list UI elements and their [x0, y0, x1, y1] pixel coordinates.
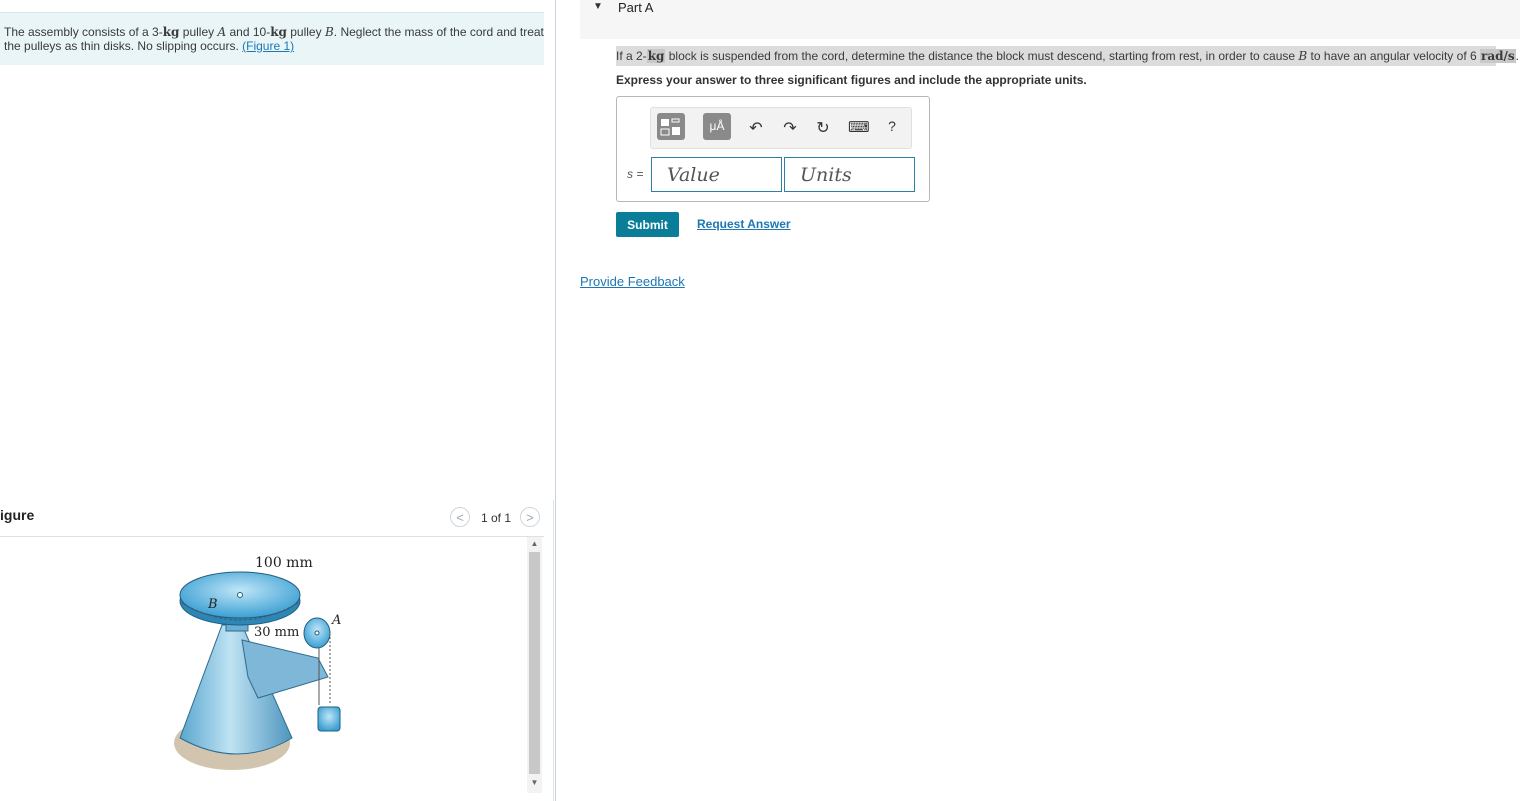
part-title: Part A [618, 0, 654, 15]
figure-scrollbar-thumb[interactable] [529, 552, 540, 774]
part-a-header[interactable]: ▼ Part A [580, 0, 1520, 39]
pulley-a-label: A [331, 613, 341, 628]
pulley-assembly-drawing: 100 mm 30 mm B A [174, 555, 341, 770]
figure-header: igure < 1 of 1 > [0, 504, 544, 537]
problem-text: pulley [286, 25, 325, 39]
unit-kg: kg [162, 25, 180, 39]
submit-button[interactable]: Submit [616, 212, 679, 237]
question-text: If a 2-kg block is suspended from the co… [616, 46, 1519, 66]
redo-icon[interactable]: ↷ [781, 118, 799, 138]
figure-link[interactable]: (Figure 1) [242, 39, 294, 53]
figure-title: igure [0, 507, 35, 523]
provide-feedback-link[interactable]: Provide Feedback [580, 274, 685, 289]
question-fragment: to have an angular velocity of 6 [1307, 49, 1480, 63]
pane-divider [555, 0, 556, 801]
problem-text: pulley [179, 25, 218, 39]
question-fragment: If a 2- [616, 49, 647, 63]
prev-figure-button[interactable]: < [450, 507, 470, 527]
pane-divider-lower [553, 500, 554, 801]
next-figure-button[interactable]: > [520, 507, 540, 527]
var-b: B [1298, 49, 1308, 63]
collapse-caret-icon[interactable]: ▼ [593, 1, 603, 12]
question-fragment: . [1515, 49, 1519, 63]
request-answer-link[interactable]: Request Answer [697, 217, 791, 231]
problem-text: The assembly consists of a 3- [4, 25, 163, 39]
templates-button[interactable] [657, 113, 685, 140]
keyboard-icon[interactable]: ⌨ [848, 118, 870, 136]
var-b: B [324, 25, 334, 39]
template-icon [660, 118, 680, 136]
answer-variable-label: s = [627, 167, 644, 181]
scroll-up-arrow[interactable]: ▲ [529, 539, 540, 549]
left-pane: The assembly consists of a 3-kg pulley A… [0, 0, 556, 801]
var-a: A [217, 25, 227, 39]
radius-b-label: 100 mm [255, 555, 313, 571]
answer-instructions: Express your answer to three significant… [616, 73, 1087, 87]
equation-toolbar: μÅ ↶ ↷ ↻ ⌨ ? [650, 107, 912, 149]
units-button[interactable]: μÅ [703, 113, 731, 140]
unit-kg: kg [270, 25, 287, 39]
figure-pager-text: 1 of 1 [481, 511, 512, 525]
radius-a-label: 30 mm [254, 625, 299, 640]
unit-kg: kg [646, 49, 666, 63]
figure-image: 100 mm 30 mm B A [170, 545, 360, 785]
problem-text: and 10- [226, 25, 271, 39]
pulley-b-label: B [207, 597, 218, 612]
value-input[interactable] [651, 157, 782, 192]
scroll-down-arrow[interactable]: ▼ [529, 778, 540, 788]
unit-rad-per-s: rad/s [1480, 49, 1516, 63]
help-icon[interactable]: ? [883, 118, 901, 134]
problem-statement: The assembly consists of a 3-kg pulley A… [0, 12, 544, 65]
reset-icon[interactable]: ↻ [814, 118, 832, 138]
undo-icon[interactable]: ↶ [747, 118, 765, 138]
question-fragment: block is suspended from the cord, determ… [665, 49, 1299, 63]
units-input[interactable] [784, 157, 915, 192]
